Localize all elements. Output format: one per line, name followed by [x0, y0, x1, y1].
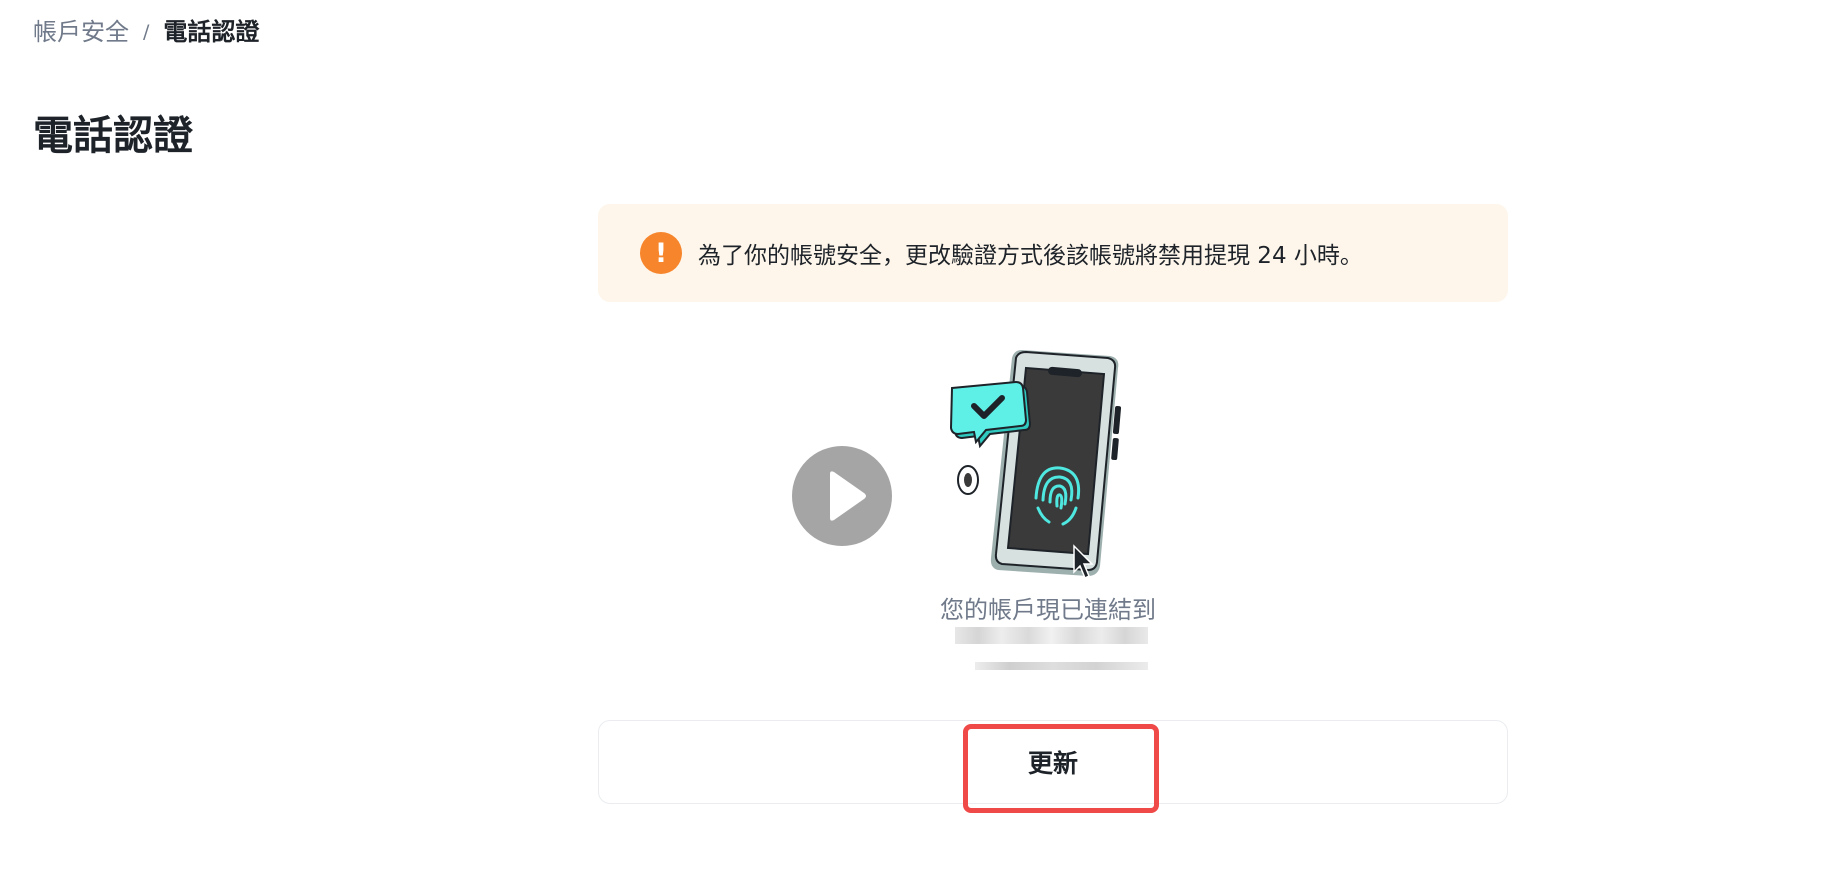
update-button[interactable]: 更新	[598, 720, 1508, 804]
play-icon	[830, 471, 866, 521]
breadcrumb-item-account-security[interactable]: 帳戶安全	[33, 14, 129, 50]
warning-message: 為了你的帳號安全，更改驗證方式後該帳號將禁用提現 24 小時。	[698, 243, 1363, 269]
warning-banner: ! 為了你的帳號安全，更改驗證方式後該帳號將禁用提現 24 小時。	[598, 204, 1508, 302]
breadcrumb-item-current: 電話認證	[163, 18, 260, 46]
phone-fingerprint-illustration	[950, 350, 1122, 580]
linked-account-label: 您的帳戶現已連結到	[940, 596, 1156, 624]
exclamation-icon: !	[640, 232, 682, 274]
page-title: 電話認證	[33, 113, 193, 159]
breadcrumb: 帳戶安全 / 電話認證	[33, 14, 259, 50]
video-play-button[interactable]	[792, 446, 892, 546]
breadcrumb-separator: /	[143, 21, 150, 43]
redacted-phone-number	[955, 627, 1148, 644]
redacted-detail	[975, 662, 1148, 670]
page: 帳戶安全 / 電話認證 電話認證 ! 為了你的帳號安全，更改驗證方式後該帳號將禁…	[0, 0, 1828, 880]
